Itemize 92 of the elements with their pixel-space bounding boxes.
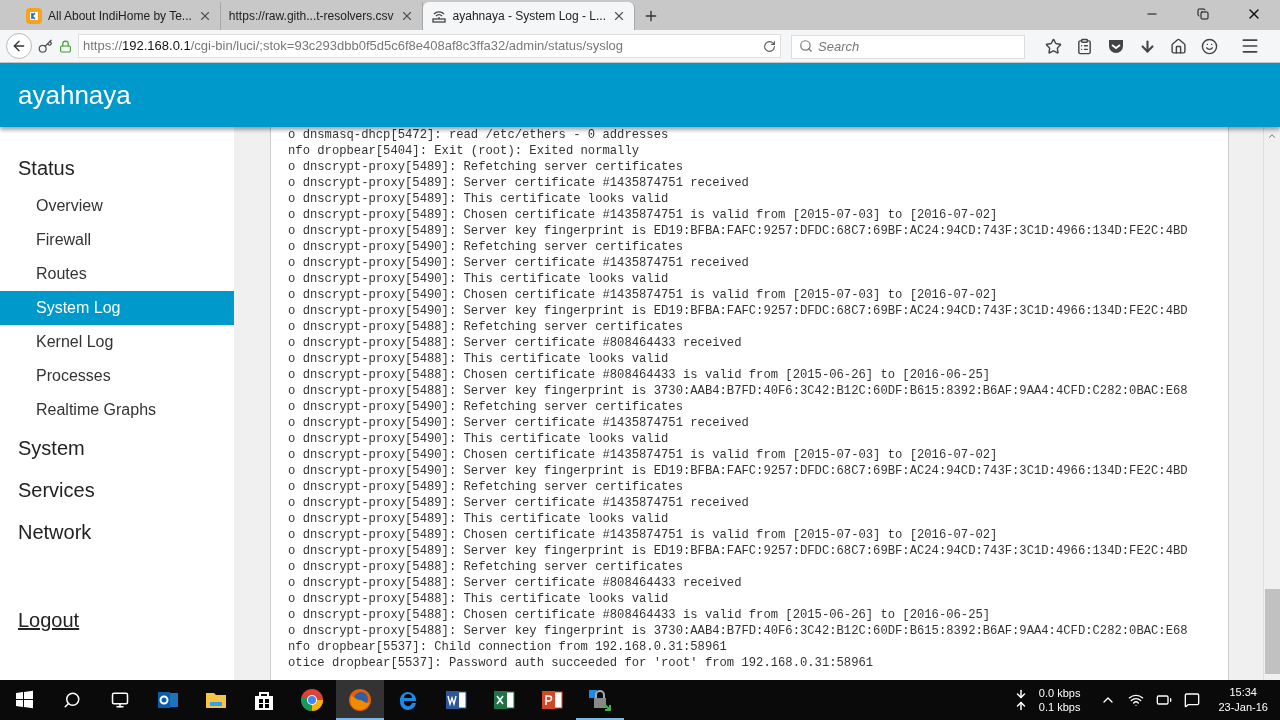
- sidebar-section[interactable]: System: [0, 427, 234, 469]
- log-line: o dnscrypt-proxy[5490]: This certificate looks valid: [288, 431, 669, 447]
- sidebar-item[interactable]: Kernel Log: [0, 325, 234, 359]
- log-line: o dnscrypt-proxy[5488]: Server key fingerprint is 3730:AAB4:B7FD:40F6:3C42:B12C:60DF:B615:8392:B6AF:9AA4:4CFD:C282:0BAC:E68: [288, 623, 1188, 639]
- log-line: o dnscrypt-proxy[5489]: Chosen certificate #1435874751 is valid from [2015-07-03] to [2016-07-02]: [288, 527, 998, 543]
- log-line: o dnscrypt-proxy[5490]: Server key fingerprint is ED19:BFBA:FAFC:9257:DFDC:68C7:69BF:AC24:94CD:743F:3C1D:4966:134D:FE2C:4BD: [288, 303, 1188, 319]
- log-line: o dnscrypt-proxy[5489]: Server key fingerprint is ED19:BFBA:FAFC:9257:DFDC:68C7:69BF:AC24:94CD:743F:3C1D:4966:134D:FE2C:4BD: [288, 223, 1188, 239]
- chrome-icon: [300, 688, 324, 712]
- sidebar-item[interactable]: Realtime Graphs: [0, 393, 234, 427]
- log-line: o dnscrypt-proxy[5488]: This certificate looks valid: [288, 351, 669, 367]
- log-line: o dnscrypt-proxy[5490]: Server certificate #1435874751 received: [288, 415, 749, 431]
- sidebar-section[interactable]: Services: [0, 469, 234, 511]
- scroll-thumb[interactable]: [1264, 589, 1280, 674]
- log-line: o dnscrypt-proxy[5490]: Server certificate #1435874751 received: [288, 255, 749, 271]
- logout-link[interactable]: Logout: [0, 605, 98, 635]
- log-line: o dnscrypt-proxy[5488]: Server certificate #808464433 received: [288, 335, 742, 351]
- log-line: nfo dropbear[5537]: Child connection from 192.168.0.31:58961: [288, 639, 727, 655]
- pocket-icon[interactable]: [1107, 37, 1125, 55]
- log-line: o dnscrypt-proxy[5489]: Server certificate #1435874751 received: [288, 175, 749, 191]
- url-host: 192.168.0.1: [122, 38, 191, 54]
- log-line: o dnscrypt-proxy[5489]: Chosen certificate #1435874751 is valid from [2015-07-03] to [2016-07-02]: [288, 207, 998, 223]
- browser-tab[interactable]: ayahnaya - System Log - L...: [422, 2, 635, 30]
- sidebar-item[interactable]: Processes: [0, 359, 234, 393]
- upload-rate: 0.1 kbps: [1038, 700, 1081, 714]
- wifi-icon[interactable]: [1128, 692, 1145, 708]
- log-line: o dnsmasq-dhcp[5472]: read /etc/ethers - 0 addresses: [288, 127, 669, 143]
- log-line: o dnscrypt-proxy[5489]: This certificate looks valid: [288, 191, 669, 207]
- reload-icon[interactable]: [763, 39, 776, 53]
- download-icon[interactable]: [1139, 37, 1156, 55]
- notification-icon[interactable]: [1184, 692, 1201, 708]
- padlock-icon: [588, 688, 612, 712]
- log-line: o dnscrypt-proxy[5488]: Server key fingerprint is 3730:AAB4:B7FD:40F6:3C42:B12C:60DF:B615:8392:B6AF:9AA4:4CFD:C282:0BAC:E68: [288, 383, 1188, 399]
- close-icon[interactable]: [612, 9, 626, 23]
- key-icon: [38, 38, 53, 54]
- bookmark-star-icon[interactable]: [1045, 37, 1062, 55]
- log-line: o dnscrypt-proxy[5489]: This certificate looks valid: [288, 511, 669, 527]
- sidebar-section[interactable]: Network: [0, 511, 234, 553]
- url-path: /cgi-bin/luci/;stok=93c293dbb0f5d5c6f8e408af8c3ffa32/admin/status/syslog: [190, 38, 624, 54]
- log-line: o dnscrypt-proxy[5490]: Chosen certificate #1435874751 is valid from [2015-07-03] to [2016-07-02]: [288, 287, 998, 303]
- log-line: o dnscrypt-proxy[5488]: Chosen certificate #808464433 is valid from [2015-06-26] to [2016-06-25]: [288, 367, 991, 383]
- log-line: nfo dropbear[5404]: Exit (root): Exited normally: [288, 143, 640, 159]
- log-line: o dnscrypt-proxy[5489]: Server certificate #1435874751 received: [288, 495, 749, 511]
- tab-title: https://raw.gith...t-resolvers.csv: [228, 8, 394, 25]
- menu-icon[interactable]: [1240, 36, 1260, 56]
- log-line: o dnscrypt-proxy[5490]: Refetching server certificates: [288, 399, 683, 415]
- search-field[interactable]: Search: [791, 34, 1025, 59]
- sidebar-section[interactable]: Status: [0, 147, 234, 189]
- log-line: o dnscrypt-proxy[5489]: Refetching server certificates: [288, 479, 683, 495]
- scrollbar[interactable]: [1263, 127, 1280, 680]
- log-line: o dnscrypt-proxy[5488]: Refetching server certificates: [288, 559, 683, 575]
- sidebar-item[interactable]: Firewall: [0, 223, 234, 257]
- clock[interactable]: 15:34 23-Jan-16: [1218, 685, 1268, 715]
- tab-title: All About IndiHome by Te...: [48, 8, 192, 25]
- task-view-icon[interactable]: [111, 691, 129, 709]
- tab-logo-icon: [26, 8, 42, 24]
- log-line: o dnscrypt-proxy[5490]: Chosen certificate #1435874751 is valid from [2015-07-03] to [2016-07-02]: [288, 447, 998, 463]
- log-line: otice dropbear[5537]: Password auth succeeded for 'root' from 192.168.0.31:58961: [288, 655, 874, 671]
- lock-icon: [59, 39, 72, 53]
- address-field[interactable]: https://192.168.0.1/cgi-bin/luci/;stok=93c293dbb0f5d5c6f8e408af8c3ffa32/admin/status/syslog: [78, 34, 781, 58]
- log-line: o dnscrypt-proxy[5490]: This certificate looks valid: [288, 271, 669, 287]
- log-line: o dnscrypt-proxy[5489]: Refetching server certificates: [288, 159, 683, 175]
- taskbar-app[interactable]: [336, 680, 384, 720]
- scroll-up-icon[interactable]: [1267, 131, 1277, 141]
- log-line: o dnscrypt-proxy[5488]: Server certificate #808464433 received: [288, 575, 742, 591]
- log-line: o dnscrypt-proxy[5489]: Server key fingerprint is ED19:BFBA:FAFC:9257:DFDC:68C7:69BF:AC24:94CD:743F:3C1D:4966:134D:FE2C:4BD: [288, 543, 1188, 559]
- site-title: ayahnaya: [18, 78, 131, 112]
- log-line: o dnscrypt-proxy[5488]: Refetching server certificates: [288, 319, 683, 335]
- search-icon[interactable]: [63, 691, 81, 709]
- battery-icon[interactable]: [1156, 692, 1173, 708]
- router-icon: [430, 8, 447, 24]
- log-line: o dnscrypt-proxy[5488]: Chosen certificate #808464433 is valid from [2015-06-26] to [2016-06-25]: [288, 607, 991, 623]
- url-scheme: https://: [83, 38, 123, 54]
- sidebar-item[interactable]: Overview: [0, 189, 234, 223]
- clipboard-list-icon[interactable]: [1076, 37, 1093, 55]
- word-icon: [444, 688, 468, 712]
- log-line: o dnscrypt-proxy[5490]: Server key fingerprint is ED19:BFBA:FAFC:9257:DFDC:68C7:69BF:AC24:94CD:743F:3C1D:4966:134D:FE2C:4BD: [288, 463, 1188, 479]
- new-tab-icon[interactable]: [643, 8, 659, 24]
- upload-arrow-icon: [1014, 700, 1027, 712]
- home-icon[interactable]: [1170, 37, 1187, 55]
- spreadsheet-icon: [492, 688, 516, 712]
- slides-icon: [540, 688, 564, 712]
- log-line: o dnscrypt-proxy[5490]: Refetching server certificates: [288, 239, 683, 255]
- firefox-icon: [348, 688, 372, 712]
- back-button[interactable]: [6, 33, 32, 59]
- download-rate: 0.0 kbps: [1038, 686, 1081, 700]
- restore-icon[interactable]: [1197, 8, 1209, 20]
- log-line: o dnscrypt-proxy[5488]: This certificate looks valid: [288, 591, 669, 607]
- smiley-icon[interactable]: [1201, 37, 1218, 55]
- download-arrow-icon: [1014, 688, 1027, 700]
- sidebar-item[interactable]: Routes: [0, 257, 234, 291]
- search-icon: [799, 39, 813, 53]
- tab-title: ayahnaya - System Log - L...: [452, 8, 606, 25]
